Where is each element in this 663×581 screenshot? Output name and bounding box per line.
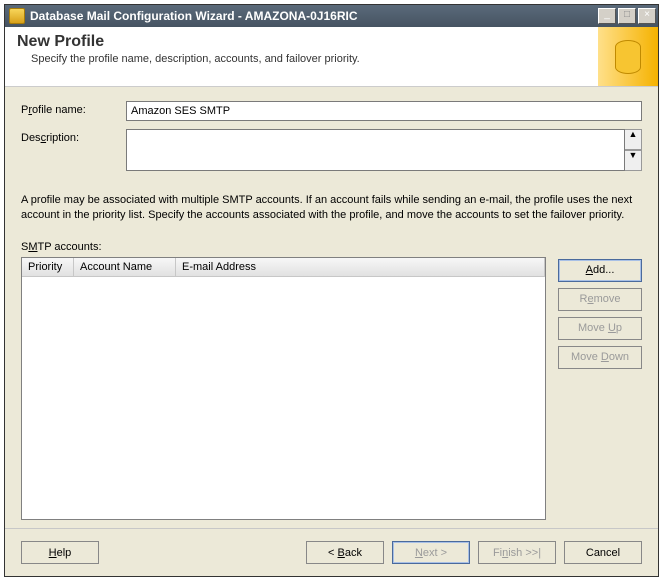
info-text: A profile may be associated with multipl…	[21, 193, 642, 223]
footer: Help < Back Next > Finish >>| Cancel	[5, 528, 658, 576]
window-title: Database Mail Configuration Wizard - AMA…	[30, 9, 596, 23]
maximize-button[interactable]: □	[618, 8, 636, 24]
minimize-button[interactable]: _	[598, 8, 616, 24]
table-body	[22, 277, 545, 519]
move-up-button: Move Up	[558, 317, 642, 340]
account-side-buttons: Add... Remove Move Up Move Down	[558, 241, 642, 520]
next-button: Next >	[392, 541, 470, 564]
move-down-button: Move Down	[558, 346, 642, 369]
titlebar: Database Mail Configuration Wizard - AMA…	[5, 5, 658, 27]
add-button[interactable]: Add...	[558, 259, 642, 282]
app-icon	[9, 8, 25, 24]
smtp-accounts-table[interactable]: Priority Account Name E-mail Address	[21, 257, 546, 520]
page-header: New Profile Specify the profile name, de…	[5, 27, 658, 87]
page-title: New Profile	[17, 33, 586, 51]
wizard-window: Database Mail Configuration Wizard - AMA…	[4, 4, 659, 577]
page-subtitle: Specify the profile name, description, a…	[31, 53, 586, 65]
scroll-up-button[interactable]: ▲	[625, 129, 642, 150]
description-scroll: ▲ ▼	[625, 129, 642, 171]
database-icon	[615, 40, 641, 74]
profile-name-input[interactable]	[126, 101, 642, 121]
back-button[interactable]: < Back	[306, 541, 384, 564]
table-header: Priority Account Name E-mail Address	[22, 258, 545, 277]
profile-name-label: Profile name:	[21, 101, 126, 116]
remove-button: Remove	[558, 288, 642, 311]
scroll-down-button[interactable]: ▼	[625, 150, 642, 171]
description-label: Description:	[21, 129, 126, 144]
header-banner-icon	[598, 27, 658, 86]
smtp-accounts-label: SMTP accounts:	[21, 241, 546, 253]
cancel-button[interactable]: Cancel	[564, 541, 642, 564]
close-button[interactable]: ×	[638, 8, 656, 24]
content-area: Profile name: Description: ▲ ▼ A profile…	[5, 87, 658, 528]
help-button[interactable]: Help	[21, 541, 99, 564]
col-account-name[interactable]: Account Name	[74, 258, 176, 277]
col-priority[interactable]: Priority	[22, 258, 74, 277]
finish-button: Finish >>|	[478, 541, 556, 564]
description-textarea[interactable]	[126, 129, 625, 171]
col-email[interactable]: E-mail Address	[176, 258, 545, 277]
